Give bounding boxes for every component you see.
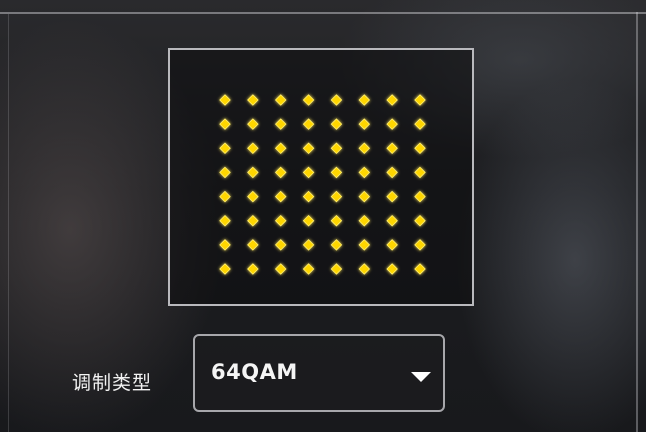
constellation-point bbox=[330, 142, 343, 155]
constellation-point bbox=[330, 263, 343, 275]
constellation-point bbox=[219, 214, 231, 227]
modulation-type-dropdown[interactable]: 64QAM bbox=[193, 334, 445, 412]
screen-border-right bbox=[636, 12, 638, 432]
constellation-point bbox=[247, 118, 259, 130]
constellation-point bbox=[414, 166, 426, 179]
constellation-point bbox=[386, 263, 398, 275]
constellation-point bbox=[302, 214, 315, 227]
constellation-point bbox=[302, 239, 315, 251]
constellation-point bbox=[302, 118, 315, 130]
constellation-plot bbox=[219, 94, 426, 275]
constellation-point bbox=[414, 190, 426, 203]
constellation-point bbox=[302, 263, 315, 275]
constellation-point bbox=[330, 94, 343, 106]
constellation-point bbox=[247, 142, 259, 155]
constellation-point bbox=[330, 118, 343, 130]
constellation-point bbox=[358, 142, 371, 155]
constellation-point bbox=[330, 190, 343, 203]
constellation-point bbox=[386, 166, 398, 179]
constellation-point bbox=[274, 142, 287, 155]
constellation-point bbox=[219, 94, 231, 106]
constellation-point bbox=[386, 118, 398, 130]
constellation-point bbox=[219, 263, 231, 275]
constellation-point bbox=[358, 239, 371, 251]
constellation-point bbox=[414, 118, 426, 130]
constellation-point bbox=[386, 190, 398, 203]
constellation-point bbox=[247, 190, 259, 203]
constellation-point bbox=[219, 239, 231, 251]
constellation-point bbox=[358, 118, 371, 130]
constellation-point bbox=[219, 118, 231, 130]
constellation-point bbox=[386, 214, 398, 227]
constellation-point bbox=[247, 263, 259, 275]
constellation-point bbox=[414, 239, 426, 251]
constellation-point bbox=[302, 166, 315, 179]
constellation-point bbox=[414, 142, 426, 155]
constellation-point bbox=[219, 190, 231, 203]
constellation-point bbox=[414, 214, 426, 227]
constellation-point bbox=[358, 94, 371, 106]
screen-border-top bbox=[0, 12, 646, 14]
constellation-point bbox=[386, 94, 398, 106]
constellation-point bbox=[274, 190, 287, 203]
constellation-point bbox=[274, 166, 287, 179]
constellation-point bbox=[274, 214, 287, 227]
constellation-point bbox=[247, 94, 259, 106]
constellation-point bbox=[414, 263, 426, 275]
constellation-point bbox=[386, 239, 398, 251]
constellation-point bbox=[274, 239, 287, 251]
modulation-type-value: 64QAM bbox=[211, 360, 298, 384]
constellation-point bbox=[330, 214, 343, 227]
chevron-down-icon bbox=[411, 372, 431, 382]
constellation-point bbox=[358, 214, 371, 227]
constellation-point bbox=[358, 166, 371, 179]
constellation-point bbox=[358, 190, 371, 203]
constellation-point bbox=[274, 118, 287, 130]
constellation-point bbox=[274, 94, 287, 106]
modulation-type-label: 调制类型 bbox=[72, 372, 153, 394]
screen-border-left bbox=[8, 14, 9, 432]
constellation-point bbox=[219, 142, 231, 155]
constellation-point bbox=[274, 263, 287, 275]
constellation-point bbox=[219, 166, 231, 179]
constellation-point bbox=[330, 166, 343, 179]
constellation-point bbox=[302, 190, 315, 203]
constellation-point bbox=[302, 94, 315, 106]
constellation-point bbox=[414, 94, 426, 106]
constellation-point bbox=[386, 142, 398, 155]
constellation-point bbox=[302, 142, 315, 155]
constellation-point bbox=[358, 263, 371, 275]
constellation-point bbox=[330, 239, 343, 251]
constellation-point bbox=[247, 239, 259, 251]
constellation-point bbox=[247, 214, 259, 227]
constellation-panel bbox=[168, 48, 474, 306]
constellation-point bbox=[247, 166, 259, 179]
